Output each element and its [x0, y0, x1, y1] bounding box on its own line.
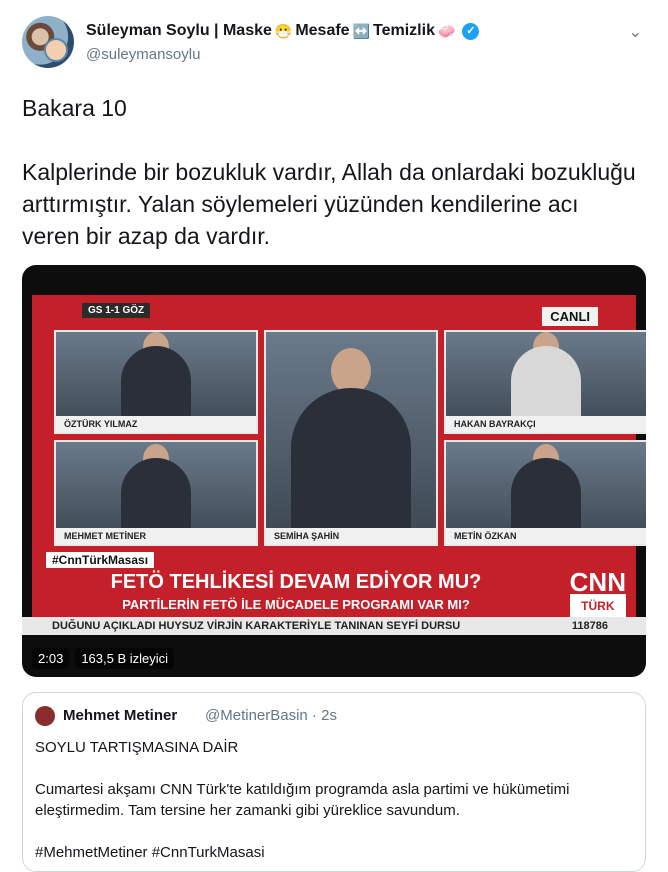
- quoted-author-name: Mehmet Metiner: [63, 707, 178, 724]
- soap-emoji-icon: 🧼: [437, 22, 456, 39]
- news-ticker: DUĞUNU AÇIKLADI HUYSUZ VİRJİN KARAKTERİY…: [22, 617, 646, 635]
- mask-emoji-icon: 😷: [274, 22, 293, 39]
- video-views: 163,5 B izleyici: [75, 648, 175, 669]
- author-name[interactable]: Süleyman Soylu | Maske 😷 Mesafe ↔️ Temiz…: [86, 22, 480, 40]
- hashtag-bar: #CnnTürkMasası: [46, 552, 155, 568]
- tweet-text: Bakara 10 Kalplerinde bir bozukluk vardı…: [22, 92, 642, 252]
- host-panel: SEMİHA ŞAHİN: [264, 330, 438, 546]
- guest-panel: MEHMET METİNER: [54, 440, 258, 546]
- video-meta: 2:03 163,5 B izleyici: [32, 648, 175, 669]
- quoted-text: SOYLU TARTIŞMASINA DAİR Cumartesi akşamı…: [35, 737, 635, 863]
- score-badge: GS 1-1 GÖZ: [82, 303, 151, 318]
- video-duration: 2:03: [32, 648, 70, 669]
- video-headline: FETÖ TEHLİKESİ DEVAM EDİYOR MU?: [110, 571, 482, 593]
- live-badge: CANLI: [542, 307, 598, 326]
- author-avatar[interactable]: [22, 16, 74, 68]
- quoted-body: Cumartesi akşamı CNN Türk'te katıldığım …: [35, 781, 570, 819]
- quoted-tweet[interactable]: Mehmet Metiner @MetinerBasin · 2s SOYLU …: [22, 692, 646, 872]
- tweet-header: Süleyman Soylu | Maske 😷 Mesafe ↔️ Temiz…: [22, 16, 648, 72]
- chevron-down-icon[interactable]: ⌄: [629, 22, 642, 42]
- cnn-logo: CNN TÜRK: [569, 569, 626, 618]
- video-subheadline: PARTİLERİN FETÖ İLE MÜCADELE PROGRAMI VA…: [122, 597, 470, 612]
- arrows-emoji-icon: ↔️: [352, 22, 371, 39]
- video-player[interactable]: GS 1-1 GÖZ CANLI ÖZTÜRK YILMAZ SEMİHA ŞA…: [22, 265, 646, 677]
- tweet-text-body: Kalplerinde bir bozukluk vardır, Allah d…: [22, 159, 636, 249]
- guest-panel: METİN ÖZKAN: [444, 440, 646, 546]
- tweet-text-line1: Bakara 10: [22, 95, 127, 121]
- guest-panel: ÖZTÜRK YILMAZ: [54, 330, 258, 434]
- quoted-avatar: [35, 706, 55, 726]
- verified-badge-icon: ✓: [462, 22, 480, 40]
- guest-panel: HAKAN BAYRAKÇI: [444, 330, 646, 434]
- quoted-author-handle: @MetinerBasin · 2s: [205, 707, 337, 724]
- author-handle[interactable]: @suleymansoylu: [86, 46, 200, 63]
- quoted-title: SOYLU TARTIŞMASINA DAİR: [35, 739, 239, 756]
